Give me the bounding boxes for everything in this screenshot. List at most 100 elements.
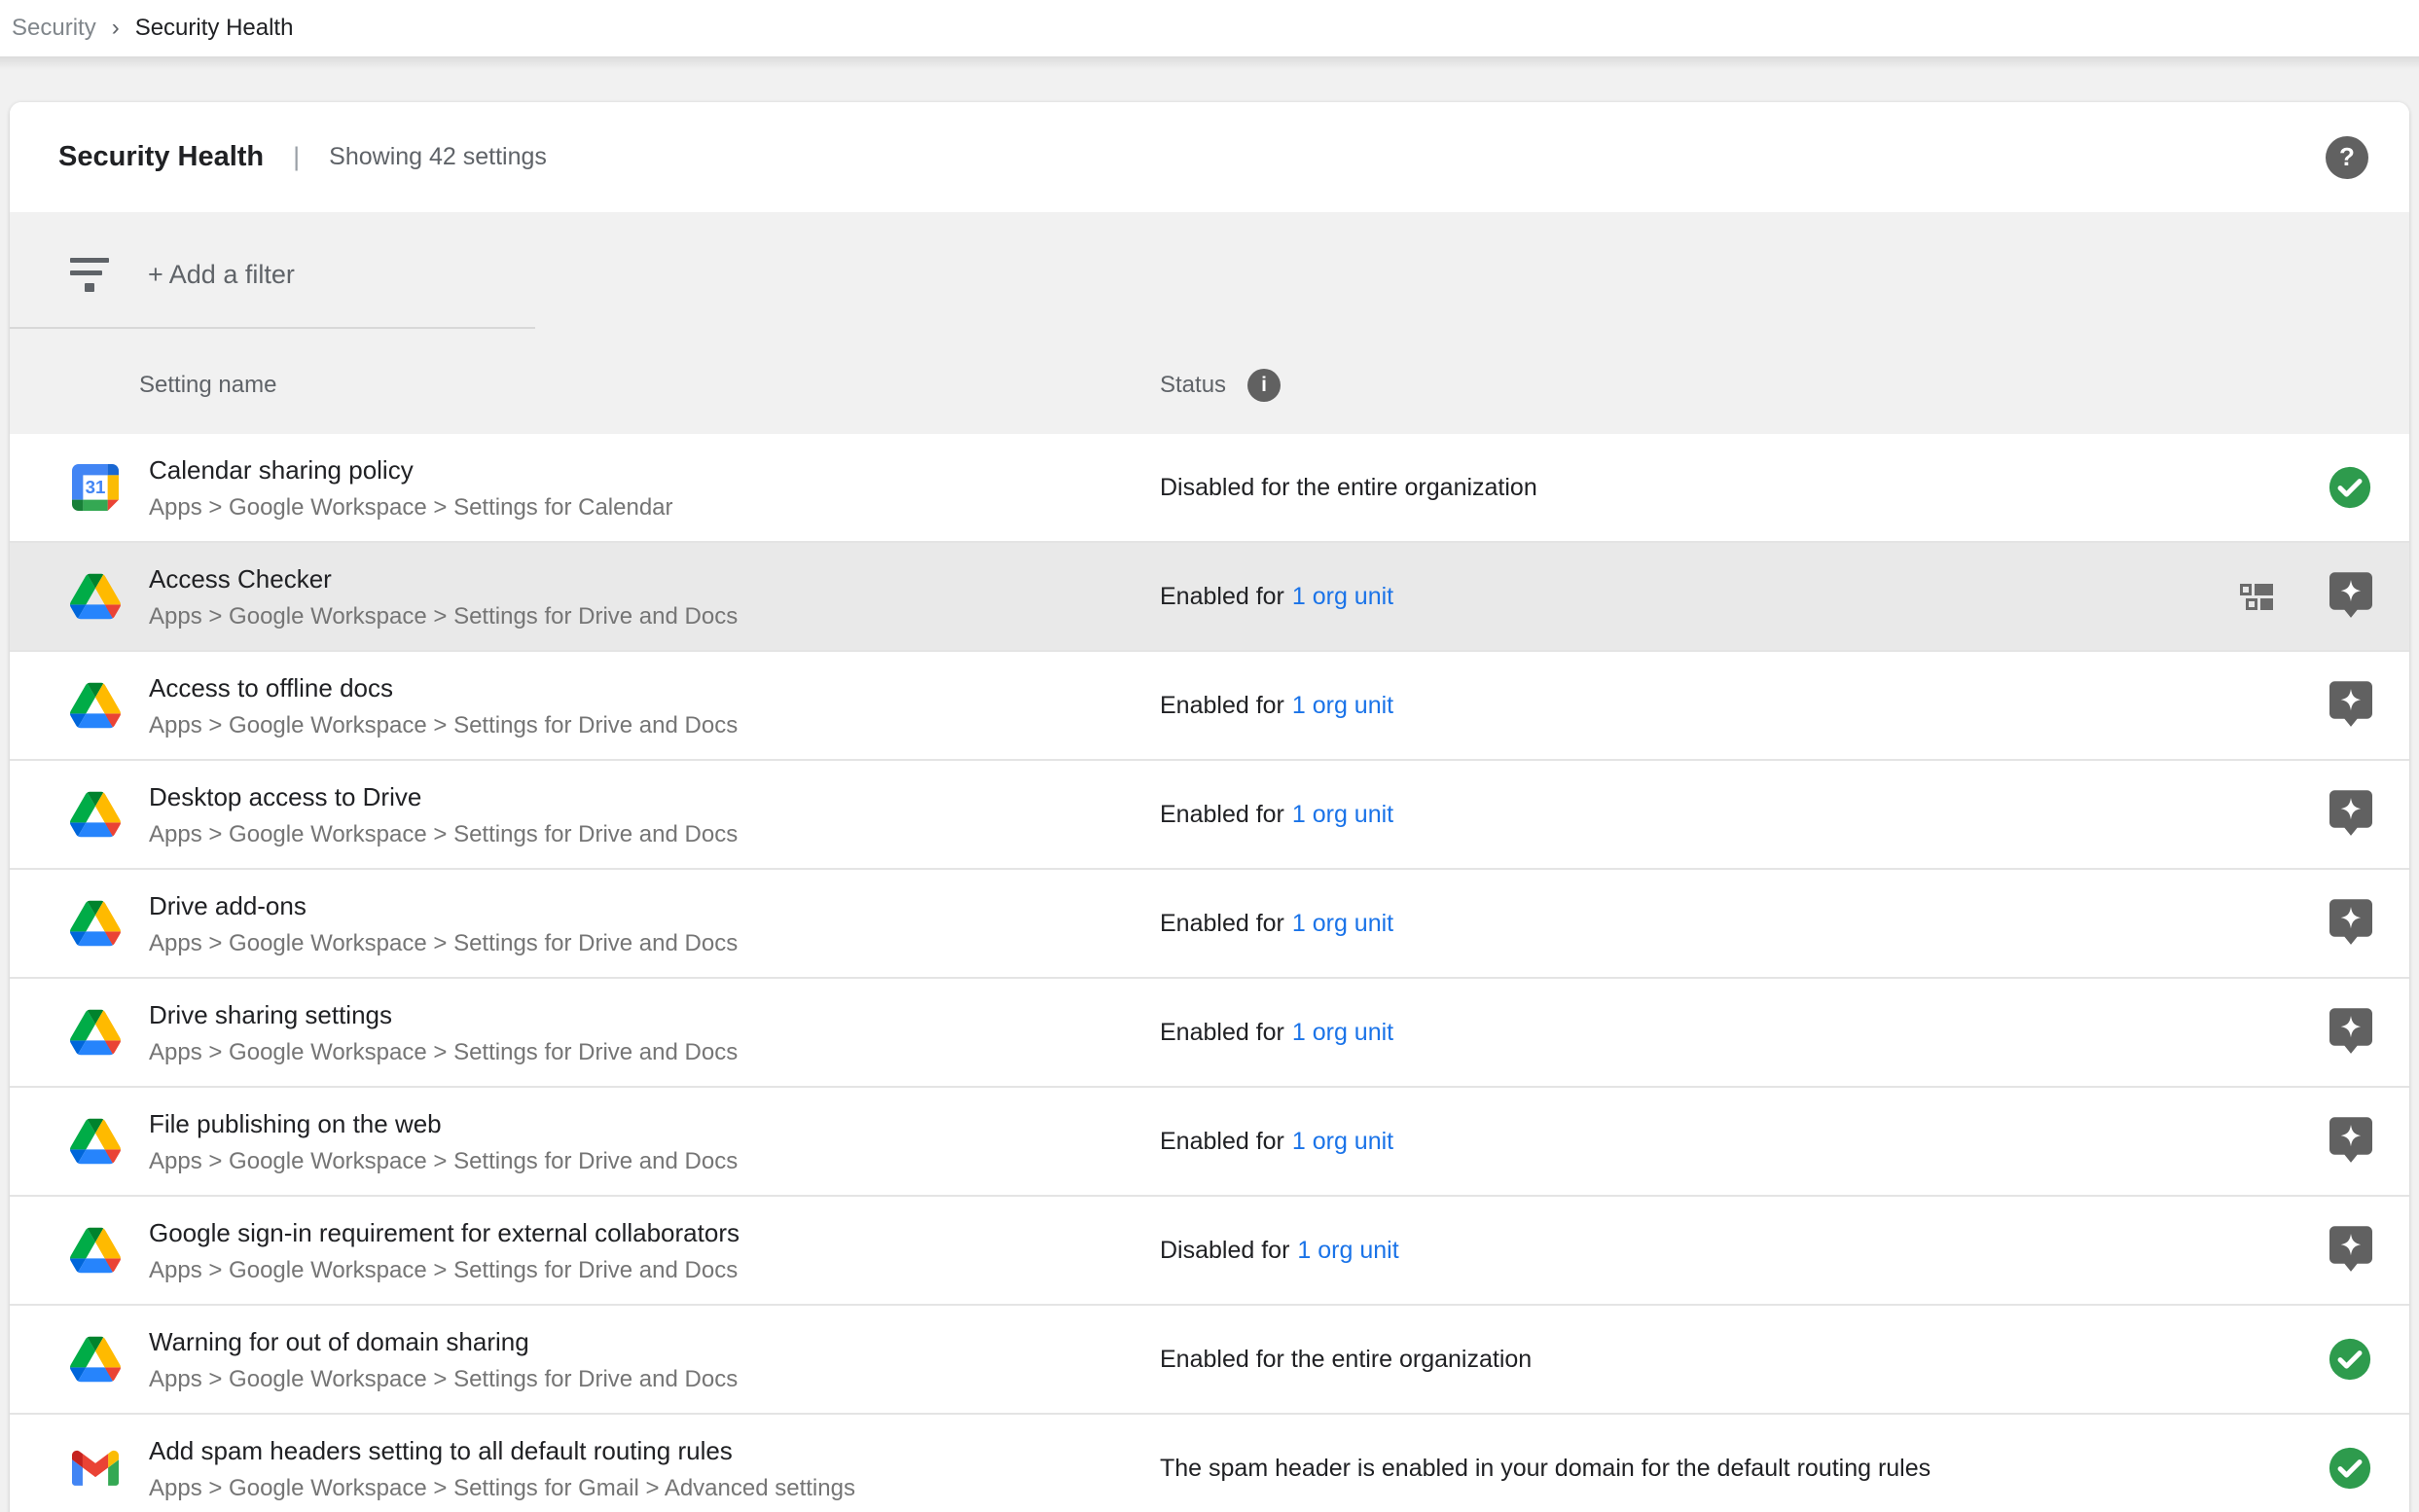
add-filter-button[interactable]: + Add a filter [148,260,295,290]
table-row[interactable]: Access Checker Apps > Google Workspace >… [10,543,2409,652]
google-drive-icon [70,680,121,731]
status-text: Disabled for the entire organization [1160,474,1537,501]
table-row[interactable]: Desktop access to Drive Apps > Google Wo… [10,761,2409,870]
card-header: Security Health | Showing 42 settings ? [10,102,2409,212]
table-row[interactable]: Google sign-in requirement for external … [10,1197,2409,1306]
status-org-unit-link[interactable]: 1 org unit [1292,801,1393,828]
status-text: Enabled for [1160,1019,1284,1046]
recommendation-flag-icon[interactable] [2329,1226,2372,1275]
row-trailing-icons [2328,465,2372,510]
status-text: Enabled for [1160,1128,1284,1155]
setting-name-cell: Access Checker Apps > Google Workspace >… [149,562,1160,631]
status-org-unit-link[interactable]: 1 org unit [1292,583,1393,610]
setting-name-cell: Access to offline docs Apps > Google Wor… [149,671,1160,740]
recommendation-flag-icon[interactable] [2329,1008,2372,1057]
google-calendar-icon: 31 [70,462,121,513]
recommendation-flag-icon[interactable] [2329,790,2372,839]
status-cell: Enabled for the entire organization [1160,1346,2328,1374]
recommendation-flag-icon[interactable] [2329,572,2372,621]
table-row[interactable]: Add spam headers setting to all default … [10,1415,2409,1512]
setting-path: Apps > Google Workspace > Settings for D… [149,820,1160,849]
table-row[interactable]: 31 Calendar sharing policy Apps > Google… [10,434,2409,543]
status-text: Enabled for the entire organization [1160,1346,1532,1373]
table-row[interactable]: Drive sharing settings Apps > Google Wor… [10,979,2409,1088]
security-health-card: Security Health | Showing 42 settings ? … [10,102,2409,1512]
status-cell: Enabled for 1 org unit [1160,692,2329,720]
row-trailing-icons [2328,1446,2372,1491]
google-drive-icon [70,1007,121,1058]
row-trailing-icons [2329,681,2372,730]
check-circle-icon [2328,1337,2372,1382]
setting-path: Apps > Google Workspace > Settings for C… [149,493,1160,522]
status-cell: Enabled for 1 org unit [1160,910,2329,938]
setting-path: Apps > Google Workspace > Settings for D… [149,602,1160,631]
setting-name: Desktop access to Drive [149,780,1160,813]
setting-name-cell: Warning for out of domain sharing Apps >… [149,1325,1160,1394]
recommendation-flag-icon[interactable] [2329,899,2372,948]
table-row[interactable]: File publishing on the web Apps > Google… [10,1088,2409,1197]
page-background: Security Health | Showing 42 settings ? … [0,56,2419,1512]
breadcrumb-chevron-icon: › [112,15,120,42]
filter-underline [10,327,535,329]
filter-list-icon[interactable] [70,258,109,292]
google-drive-icon [70,1334,121,1385]
setting-path: Apps > Google Workspace > Settings for D… [149,1038,1160,1067]
row-trailing-icons [2328,1337,2372,1382]
help-icon[interactable]: ? [2326,136,2368,179]
org-units-icon[interactable] [2240,582,2273,611]
status-org-unit-link[interactable]: 1 org unit [1297,1237,1398,1264]
status-org-unit-link[interactable]: 1 org unit [1292,692,1393,719]
recommendation-flag-icon[interactable] [2329,1117,2372,1166]
breadcrumb: Security › Security Health [0,0,2419,56]
setting-name: Drive sharing settings [149,998,1160,1031]
status-text: The spam header is enabled in your domai… [1160,1455,1931,1482]
setting-path: Apps > Google Workspace > Settings for D… [149,1365,1160,1394]
status-text: Enabled for [1160,910,1284,937]
setting-name: Google sign-in requirement for external … [149,1216,1160,1249]
settings-count-label: Showing 42 settings [329,143,547,171]
setting-name-cell: Google sign-in requirement for external … [149,1216,1160,1285]
svg-text:31: 31 [86,477,106,497]
setting-name-cell: File publishing on the web Apps > Google… [149,1107,1160,1176]
table-row[interactable]: Access to offline docs Apps > Google Wor… [10,652,2409,761]
gmail-icon [70,1443,121,1494]
page-title: Security Health [58,141,264,173]
status-text: Enabled for [1160,692,1284,719]
row-trailing-icons [2329,1008,2372,1057]
status-text: Enabled for [1160,801,1284,828]
status-org-unit-link[interactable]: 1 org unit [1292,1128,1393,1155]
row-trailing-icons [2329,790,2372,839]
status-info-icon[interactable]: i [1247,369,1281,402]
google-drive-icon [70,1116,121,1167]
google-drive-icon [70,789,121,840]
setting-name-cell: Add spam headers setting to all default … [149,1434,1160,1503]
setting-name: Access to offline docs [149,671,1160,704]
status-cell: Disabled for1 org unit [1160,1237,2329,1265]
row-trailing-icons [2329,1226,2372,1275]
setting-name: Calendar sharing policy [149,453,1160,486]
setting-name: Warning for out of domain sharing [149,1325,1160,1358]
status-text: Enabled for [1160,583,1284,610]
setting-path: Apps > Google Workspace > Settings for D… [149,711,1160,740]
setting-name-cell: Drive sharing settings Apps > Google Wor… [149,998,1160,1067]
setting-name-cell: Drive add-ons Apps > Google Workspace > … [149,889,1160,958]
setting-path: Apps > Google Workspace > Settings for D… [149,1147,1160,1176]
row-trailing-icons [2329,1117,2372,1166]
table-row[interactable]: Drive add-ons Apps > Google Workspace > … [10,870,2409,979]
row-trailing-icons [2329,899,2372,948]
status-cell: Enabled for 1 org unit [1160,801,2329,829]
google-drive-icon [70,898,121,949]
recommendation-flag-icon[interactable] [2329,681,2372,730]
filter-row: + Add a filter [10,212,2409,337]
breadcrumb-security[interactable]: Security [12,15,96,42]
setting-name: Drive add-ons [149,889,1160,922]
status-org-unit-link[interactable]: 1 org unit [1292,1019,1393,1046]
table-row[interactable]: Warning for out of domain sharing Apps >… [10,1306,2409,1415]
breadcrumb-security-health: Security Health [135,15,294,42]
status-cell: Enabled for 1 org unit [1160,1128,2329,1156]
google-drive-icon [70,1225,121,1276]
check-circle-icon [2328,1446,2372,1491]
setting-path: Apps > Google Workspace > Settings for D… [149,929,1160,958]
status-cell: Enabled for 1 org unit [1160,1019,2329,1047]
status-org-unit-link[interactable]: 1 org unit [1292,910,1393,937]
